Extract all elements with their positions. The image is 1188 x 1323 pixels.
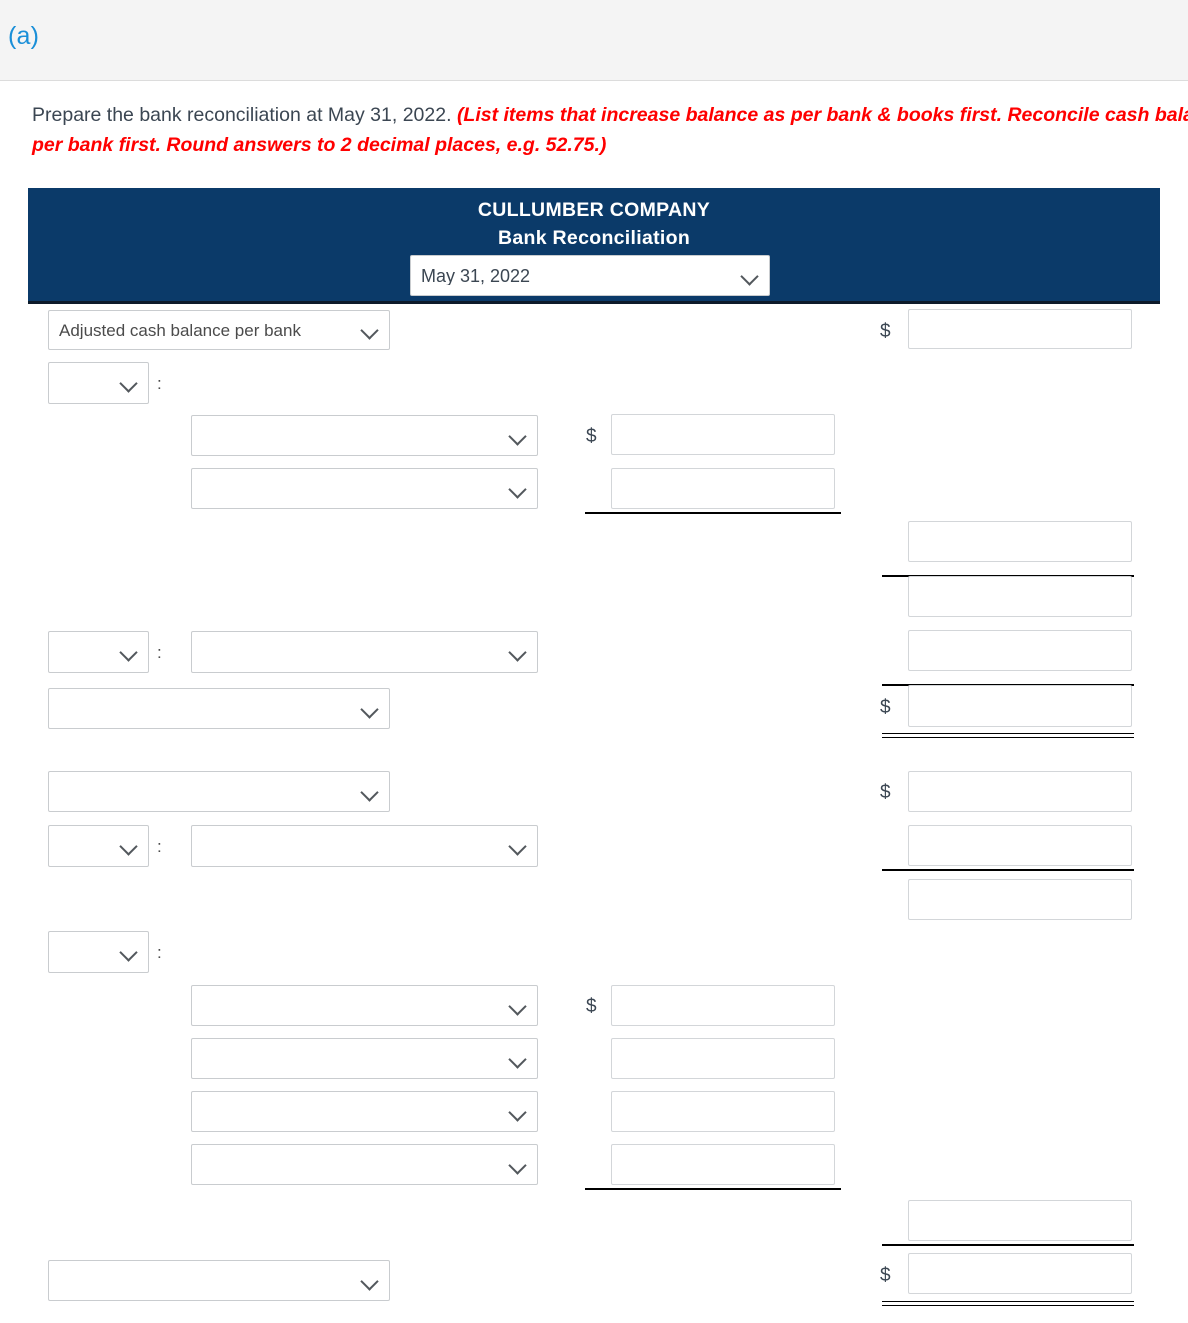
chevron-down-icon: [509, 480, 527, 498]
section-label-select-3[interactable]: [48, 771, 390, 812]
item-select-4[interactable]: [191, 825, 538, 867]
company-name: CULLUMBER COMPANY: [477, 199, 711, 221]
chevron-down-icon: [120, 837, 138, 855]
item-select-8[interactable]: [191, 1144, 538, 1185]
chevron-down-icon: [509, 427, 527, 445]
subtotal-rule-1: [585, 512, 841, 514]
chevron-down-icon: [509, 997, 527, 1015]
chevron-down-icon: [361, 783, 379, 801]
subtotal-rule-4: [882, 869, 1134, 871]
section-label-select-2[interactable]: [48, 688, 390, 729]
colon-separator-1: :: [157, 374, 162, 393]
addsub-select-1[interactable]: [48, 362, 149, 404]
amount-input-5[interactable]: [908, 576, 1132, 617]
amount-input-6[interactable]: [908, 630, 1132, 671]
currency-symbol: $: [586, 426, 597, 447]
chevron-down-icon: [509, 837, 527, 855]
amount-input-11[interactable]: [611, 985, 835, 1026]
chevron-down-icon: [120, 943, 138, 961]
section-label-select-4[interactable]: [48, 1260, 390, 1301]
amount-input-8[interactable]: [908, 771, 1132, 812]
chevron-down-icon: [361, 1272, 379, 1290]
chevron-down-icon: [509, 1050, 527, 1068]
chevron-down-icon: [120, 643, 138, 661]
statement-title: Bank Reconciliation: [497, 227, 691, 249]
currency-symbol: $: [880, 782, 891, 803]
item-select-7[interactable]: [191, 1091, 538, 1132]
item-select-5[interactable]: [191, 985, 538, 1026]
total-rule-bank: [882, 733, 1134, 738]
total-rule-books: [882, 1301, 1134, 1306]
item-select-2[interactable]: [191, 468, 538, 509]
amount-input-12[interactable]: [611, 1038, 835, 1079]
section-label-value-1: Adjusted cash balance per bank: [59, 321, 301, 339]
part-label: (a): [8, 22, 40, 50]
addsub-select-3[interactable]: [48, 825, 149, 867]
chevron-down-icon: [741, 267, 759, 285]
currency-symbol: $: [880, 697, 891, 718]
chevron-down-icon: [509, 643, 527, 661]
colon-separator-3: :: [157, 837, 162, 856]
amount-input-2[interactable]: [611, 414, 835, 455]
subtotal-rule-5: [585, 1188, 841, 1190]
part-header-band: [0, 0, 1188, 81]
instructions-line1-plain: Prepare the bank reconciliation at May 3…: [32, 104, 457, 126]
colon-separator-2: :: [157, 643, 162, 662]
currency-symbol: $: [880, 1265, 891, 1286]
statement-date-value: May 31, 2022: [421, 266, 531, 285]
addsub-select-4[interactable]: [48, 931, 149, 973]
amount-input-16[interactable]: [908, 1253, 1132, 1294]
chevron-down-icon: [509, 1103, 527, 1121]
currency-symbol: $: [586, 996, 597, 1017]
colon-separator-4: :: [157, 943, 162, 962]
amount-input-15[interactable]: [908, 1200, 1132, 1241]
amount-input-1[interactable]: [908, 309, 1132, 349]
statement-date-select[interactable]: May 31, 2022: [410, 255, 770, 296]
amount-input-3[interactable]: [611, 468, 835, 509]
addsub-select-2[interactable]: [48, 631, 149, 673]
instructions-text: Prepare the bank reconciliation at May 3…: [32, 100, 1188, 160]
amount-input-9[interactable]: [908, 825, 1132, 866]
chevron-down-icon: [361, 700, 379, 718]
chevron-down-icon: [120, 374, 138, 392]
instructions-line2-hint: per bank first. Round answers to 2 decim…: [32, 134, 607, 156]
currency-symbol: $: [880, 321, 891, 342]
item-select-1[interactable]: [191, 415, 538, 456]
chevron-down-icon: [509, 1156, 527, 1174]
chevron-down-icon: [361, 321, 379, 339]
item-select-6[interactable]: [191, 1038, 538, 1079]
amount-input-4[interactable]: [908, 521, 1132, 562]
amount-input-14[interactable]: [611, 1144, 835, 1185]
subtotal-rule-6: [882, 1244, 1134, 1246]
amount-input-10[interactable]: [908, 879, 1132, 920]
instructions-line1-hint: (List items that increase balance as per…: [456, 104, 1188, 126]
item-select-3[interactable]: [191, 631, 538, 673]
section-label-select-1[interactable]: Adjusted cash balance per bank: [48, 310, 390, 350]
amount-input-13[interactable]: [611, 1091, 835, 1132]
amount-input-7[interactable]: [908, 685, 1132, 727]
